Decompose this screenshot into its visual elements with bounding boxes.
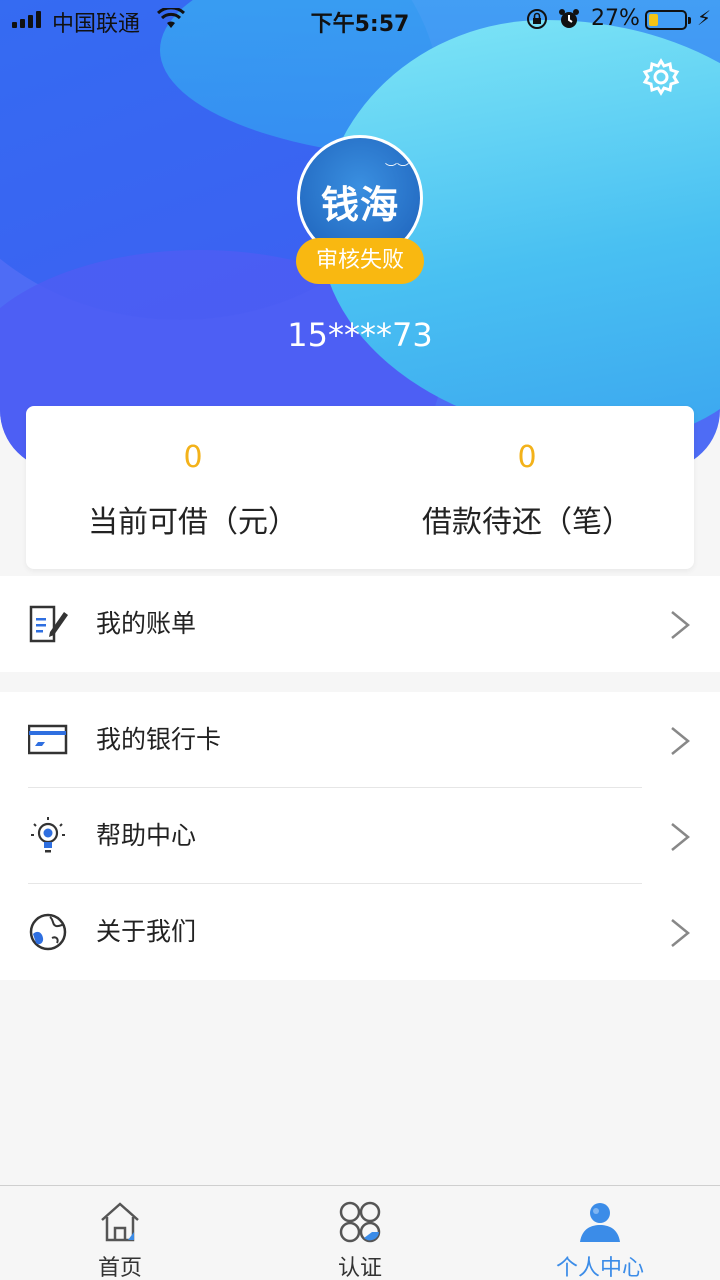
tab-label: 认证 — [337, 1256, 382, 1280]
stat-label: 当前可借（元） — [88, 505, 298, 540]
menu-item-label: 我的银行卡 — [96, 725, 222, 754]
bank-card-icon — [27, 720, 68, 760]
chevron-right-icon — [668, 726, 692, 760]
bill-icon — [28, 604, 68, 644]
menu-item-help-center[interactable]: 帮助中心 — [0, 788, 720, 884]
tab-label: 个人中心 — [555, 1256, 644, 1280]
menu-group-bills: 我的账单 — [0, 576, 720, 672]
menu-item-label: 帮助中心 — [96, 821, 197, 850]
charging-icon: ⚡ — [697, 6, 712, 30]
lightbulb-icon — [28, 816, 68, 856]
menu-item-label: 我的账单 — [96, 609, 197, 638]
avatar-logo-text: 钱海 — [320, 182, 399, 227]
status-bar: 中国联通 下午5:57 27% ⚡ — [0, 0, 720, 40]
stat-pending-repayment[interactable]: 0 借款待还（笔） — [360, 406, 694, 541]
certification-icon — [338, 1200, 382, 1244]
battery-percent: 27% — [591, 6, 640, 31]
settings-gear-icon[interactable] — [642, 58, 680, 96]
menu-group-main: 我的银行卡 帮助中心 关于我们 — [0, 692, 720, 980]
menu-item-my-bills[interactable]: 我的账单 — [0, 576, 720, 672]
alarm-icon — [558, 8, 580, 36]
menu-item-label: 关于我们 — [96, 917, 197, 946]
stat-label: 借款待还（笔） — [422, 505, 632, 540]
status-badge: 审核失败 — [296, 238, 424, 284]
stats-card: 0 当前可借（元） 0 借款待还（笔） — [26, 406, 694, 569]
orientation-lock-icon — [526, 8, 548, 36]
tab-bar: 首页 认证 个人中心 — [0, 1185, 720, 1280]
chevron-right-icon — [668, 822, 692, 856]
chevron-right-icon — [668, 610, 692, 644]
battery-icon — [645, 10, 691, 30]
menu-item-about-us[interactable]: 关于我们 — [0, 884, 720, 980]
tab-home[interactable]: 首页 — [0, 1186, 240, 1280]
home-icon — [98, 1200, 142, 1244]
menu-item-bank-card[interactable]: 我的银行卡 — [0, 692, 720, 788]
stat-value: 0 — [183, 440, 203, 475]
chevron-right-icon — [668, 918, 692, 952]
tab-certification[interactable]: 认证 — [240, 1186, 480, 1280]
phone-number: 15****73 — [287, 316, 433, 354]
stat-value: 0 — [517, 440, 537, 475]
tab-personal-center[interactable]: 个人中心 — [480, 1186, 720, 1280]
tab-label: 首页 — [97, 1256, 142, 1280]
globe-icon — [28, 912, 68, 952]
stat-available-credit[interactable]: 0 当前可借（元） — [26, 406, 360, 541]
user-icon — [578, 1200, 622, 1244]
